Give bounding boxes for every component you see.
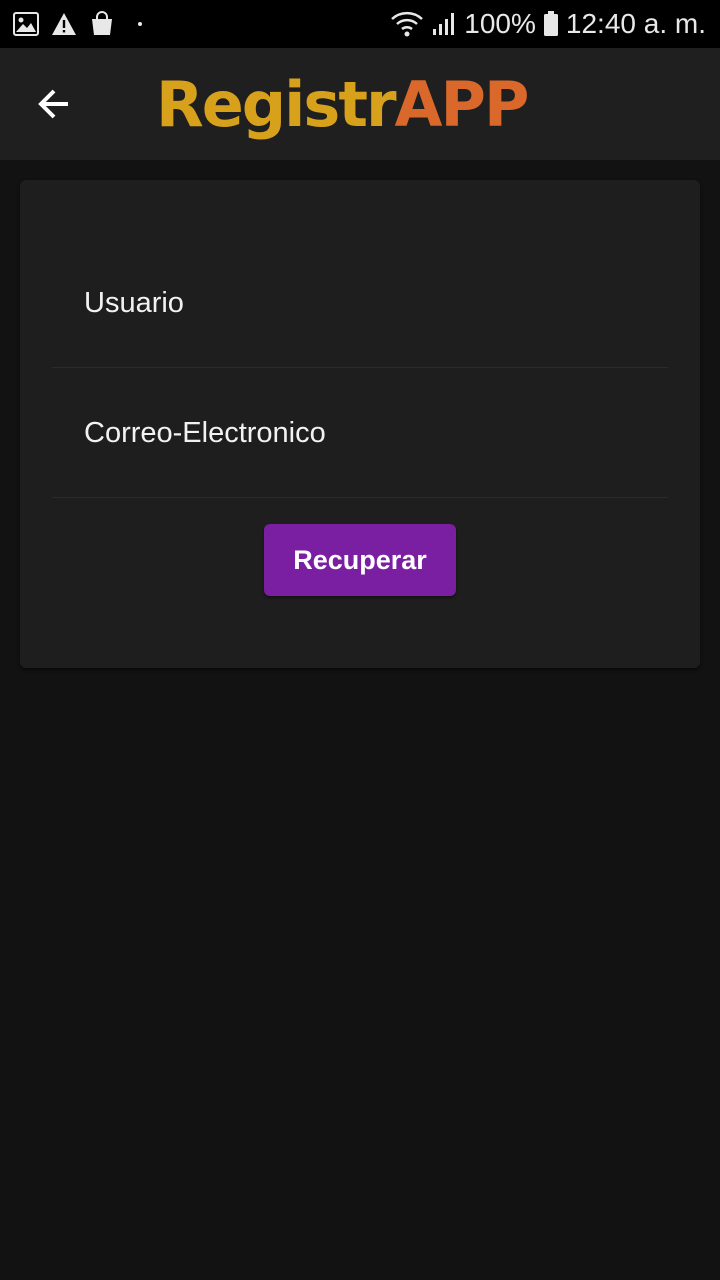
app-toolbar: RegistrAPP [0, 48, 720, 160]
back-button[interactable] [26, 76, 82, 132]
app-logo: RegistrAPP [156, 68, 530, 141]
email-field[interactable]: Correo-Electronico [52, 368, 668, 498]
battery-percent: 100% [464, 8, 536, 39]
email-input[interactable] [52, 368, 668, 497]
battery-icon [542, 10, 560, 38]
image-icon [12, 10, 40, 38]
username-input[interactable] [52, 238, 668, 367]
arrow-left-icon [34, 84, 74, 124]
status-right: 100% 12:40 a. m. [390, 6, 706, 42]
wifi-icon [390, 10, 424, 38]
username-field[interactable]: Usuario [52, 238, 668, 368]
logo-text-registr: Registr [156, 68, 397, 141]
dot-icon [126, 10, 154, 38]
signal-icon [430, 10, 458, 38]
recovery-card: Usuario Correo-Electronico Recuperar [20, 180, 700, 668]
recover-button[interactable]: Recuperar [264, 524, 456, 596]
warning-icon [50, 10, 78, 38]
status-left [12, 10, 154, 38]
shopping-bag-icon [88, 10, 116, 38]
clock: 12:40 a. m. [565, 8, 706, 39]
logo-text-app: APP [394, 68, 530, 141]
status-bar: 100% 12:40 a. m. [0, 0, 720, 48]
